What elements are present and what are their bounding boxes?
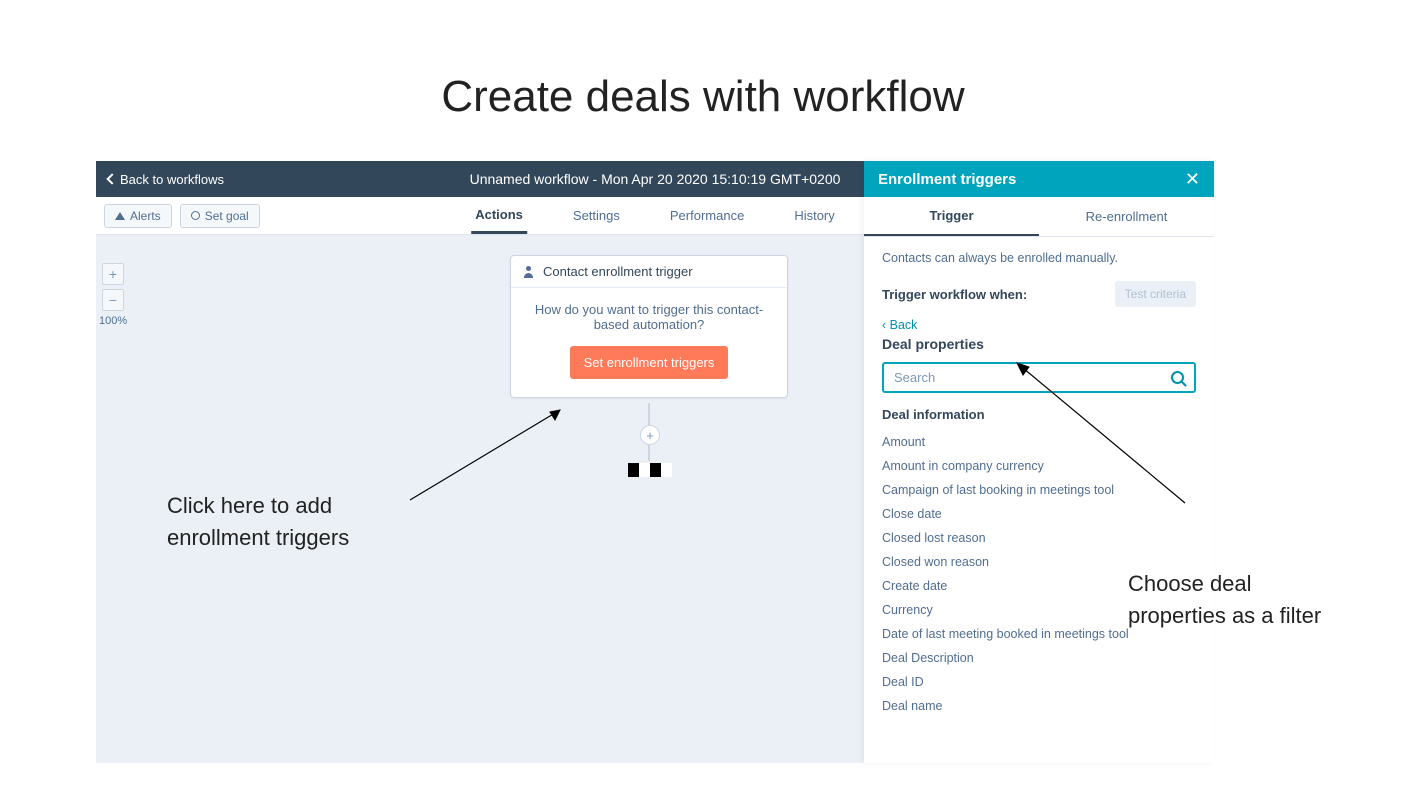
tab-performance[interactable]: Performance: [666, 197, 748, 234]
zoom-out-button[interactable]: −: [102, 289, 124, 311]
enrollment-trigger-card[interactable]: Contact enrollment trigger How do you wa…: [510, 255, 788, 398]
trigger-card-question: How do you want to trigger this contact-…: [527, 302, 771, 332]
set-goal-button[interactable]: Set goal: [180, 204, 260, 228]
tab-history[interactable]: History: [790, 197, 838, 234]
test-criteria-button[interactable]: Test criteria: [1115, 281, 1196, 307]
panel-header: Enrollment triggers ✕: [864, 161, 1214, 197]
zoom-percent: 100%: [99, 315, 126, 327]
annotation-arrow-1: [400, 400, 660, 580]
annotation-deal-properties: Choose deal properties as a filter: [1128, 568, 1338, 632]
tab-settings[interactable]: Settings: [569, 197, 624, 234]
panel-back-link[interactable]: ‹ Back: [882, 318, 917, 332]
panel-tab-trigger[interactable]: Trigger: [864, 197, 1039, 236]
alerts-label: Alerts: [130, 209, 161, 223]
panel-title: Enrollment triggers: [878, 171, 1016, 188]
back-label: Back to workflows: [120, 172, 224, 187]
trigger-card-body: How do you want to trigger this contact-…: [511, 288, 787, 397]
panel-tab-reenrollment[interactable]: Re-enrollment: [1039, 197, 1214, 236]
annotation-arrow-2: [1005, 353, 1205, 553]
close-icon[interactable]: ✕: [1185, 169, 1200, 190]
panel-tabs: Trigger Re-enrollment: [864, 197, 1214, 237]
gear-icon: [191, 211, 200, 220]
slide-title: Create deals with workflow: [0, 72, 1406, 122]
back-to-workflows-link[interactable]: Back to workflows: [108, 172, 224, 187]
workflow-name[interactable]: Unnamed workflow - Mon Apr 20 2020 15:10…: [470, 171, 841, 187]
trigger-when-label: Trigger workflow when:: [882, 287, 1027, 302]
property-item[interactable]: Deal Description: [882, 646, 1196, 670]
set-enrollment-triggers-button[interactable]: Set enrollment triggers: [570, 346, 729, 379]
property-item[interactable]: Deal ID: [882, 670, 1196, 694]
trigger-card-title: Contact enrollment trigger: [543, 264, 693, 279]
workflow-tabs: Actions Settings Performance History: [471, 197, 839, 234]
zoom-controls: + − 100%: [102, 263, 126, 327]
zoom-in-button[interactable]: +: [102, 263, 124, 285]
annotation-enrollment-triggers: Click here to add enrollment triggers: [167, 490, 407, 554]
chevron-left-icon: [106, 173, 117, 184]
alert-icon: [115, 212, 125, 220]
enroll-manual-hint: Contacts can always be enrolled manually…: [882, 251, 1196, 265]
property-item[interactable]: Deal name: [882, 694, 1196, 718]
alerts-button[interactable]: Alerts: [104, 204, 172, 228]
contact-icon: [523, 266, 535, 278]
trigger-card-header: Contact enrollment trigger: [511, 256, 787, 288]
tab-actions[interactable]: Actions: [471, 197, 527, 234]
filter-section-title: Deal properties: [882, 336, 1196, 352]
set-goal-label: Set goal: [205, 209, 249, 223]
